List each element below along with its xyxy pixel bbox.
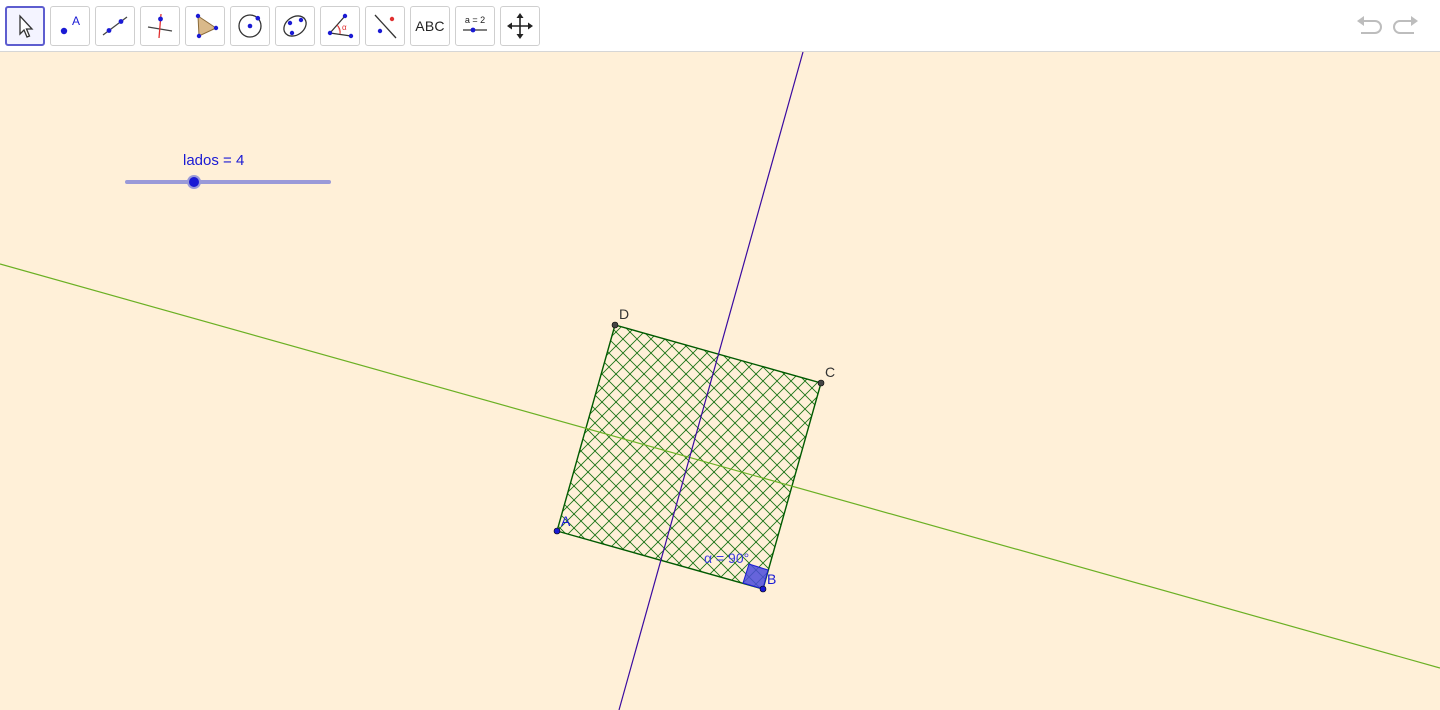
polygon-triangle-icon — [195, 13, 219, 39]
green-line[interactable] — [0, 263, 1440, 669]
point-a-label: A — [561, 513, 571, 529]
graphics-view[interactable]: α = 90° A B C D lados = 4 — [0, 52, 1440, 710]
point-tool-button[interactable]: A — [50, 6, 90, 46]
conic-tool-button[interactable] — [275, 6, 315, 46]
angle-icon: α — [327, 13, 354, 39]
redo-button[interactable] — [1390, 12, 1422, 40]
angle-label: α = 90° — [704, 550, 749, 566]
point-b[interactable] — [759, 585, 767, 593]
perpendicular-line-icon — [147, 13, 173, 39]
reflect-tool-button[interactable] — [365, 6, 405, 46]
circle-with-center-icon — [238, 14, 262, 38]
text-tool-label: ABC — [415, 18, 445, 34]
point-d[interactable] — [611, 321, 619, 329]
graphics-svg: α = 90° A B C D — [0, 52, 1440, 710]
angle-tool-button[interactable]: α — [320, 6, 360, 46]
move-tool-button[interactable] — [5, 6, 45, 46]
point-icon: A — [60, 14, 80, 35]
slider-tool-button[interactable]: a = 2 — [455, 6, 495, 46]
perpendicular-line-tool-button[interactable] — [140, 6, 180, 46]
circle-tool-button[interactable] — [230, 6, 270, 46]
redo-icon — [1393, 16, 1418, 34]
point-d-label: D — [619, 306, 629, 322]
ellipse-icon — [283, 15, 307, 37]
move-graphics-view-tool-button[interactable] — [500, 6, 540, 46]
slider-icon: a = 2 — [463, 15, 487, 33]
undo-button[interactable] — [1353, 12, 1385, 40]
text-tool-button[interactable]: ABC — [410, 6, 450, 46]
cursor-arrow-icon — [19, 14, 34, 38]
line-tool-button[interactable] — [95, 6, 135, 46]
point-a[interactable] — [553, 527, 561, 535]
four-way-arrows-icon — [507, 13, 533, 39]
reflect-about-line-icon — [374, 14, 397, 39]
polygon-tool-button[interactable] — [185, 6, 225, 46]
slider-tool-label: a = 2 — [465, 15, 485, 25]
undo-icon — [1357, 16, 1382, 34]
point-c[interactable] — [817, 379, 825, 387]
line-icon — [102, 16, 128, 36]
slider-handle[interactable] — [189, 177, 199, 187]
point-tool-label: A — [72, 14, 80, 28]
point-b-label: B — [767, 571, 776, 587]
slider-label: lados = 4 — [183, 152, 245, 169]
toolbar: A α ABC a = 2 — [0, 0, 1440, 52]
point-c-label: C — [825, 364, 835, 380]
angle-tool-label: α — [342, 23, 347, 32]
